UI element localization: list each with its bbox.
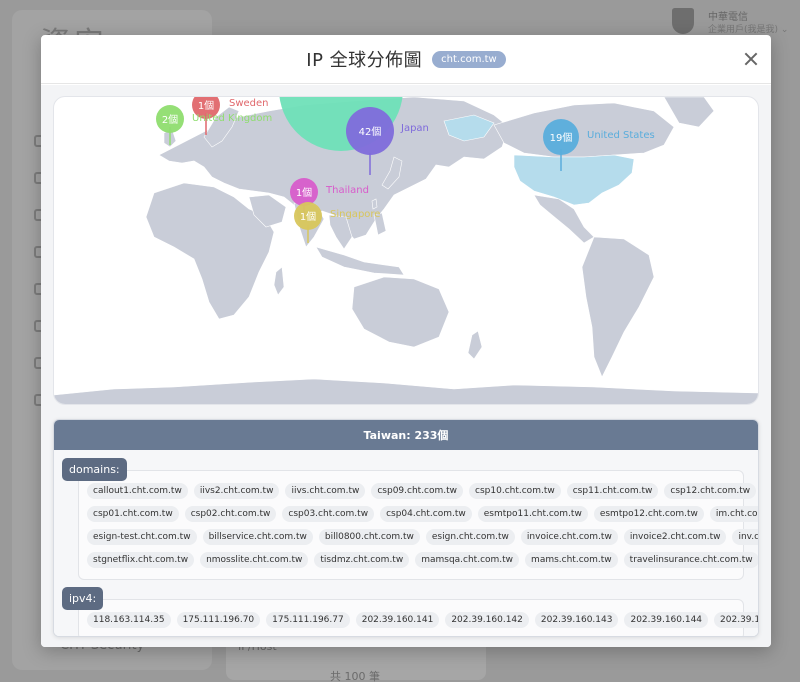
domains-row: csp01.cht.com.tw csp02.cht.com.tw csp03.ch… [87,506,758,522]
country-label-thailand: Thailand [325,185,369,196]
ipv4-tag[interactable]: 118.163.114.35 [87,612,171,628]
domains-tag[interactable]: callout1.cht.com.tw [87,483,188,499]
detail-header: Taiwan: 233個 [54,420,758,450]
domains-tag-box: callout1.cht.com.tw iivs2.cht.com.tw iivs.… [78,470,758,580]
domains-row: esign-test.cht.com.tw billservice.cht.com… [87,529,758,545]
ipv4-tag[interactable]: 202.39.160.141 [355,612,440,628]
modal-body: 1個 Sweden 2個 United Kingdom 42個 Japan 19… [41,85,771,647]
brand-shield-icon [672,8,694,34]
close-button[interactable] [741,49,761,69]
domains-tag[interactable]: mams.cht.com.tw [525,552,618,568]
domains-tag[interactable]: nmosslite.cht.com.tw [200,552,309,568]
domains-tag[interactable]: tisdmz.cht.com.tw [314,552,410,568]
ipv4-tag[interactable]: 202.39.160.142 [445,612,529,628]
modal-title: IP 全球分佈圖 [306,50,423,71]
modal-header: IP 全球分佈圖 cht.com.tw [41,35,771,84]
bubble-layer: 1個 Sweden 2個 United Kingdom 42個 Japan 19… [156,97,655,243]
ipv4-tag[interactable]: 202.39.160.144 [624,612,709,628]
ipv4-tag[interactable]: 175.111.196.70 [176,612,261,628]
ipv4-tag-box: 118.163.114.35 175.111.196.70 175.111.196.… [78,599,758,636]
domains-tag[interactable]: esign.cht.com.tw [425,529,515,545]
ipv4-tag[interactable]: 202.39.160.143 [534,612,619,628]
domains-tag[interactable]: csp02.cht.com.tw [184,506,277,522]
domains-label: domains: [62,458,127,481]
domains-tag[interactable]: csp09.cht.com.tw [371,483,464,499]
domains-tag[interactable]: csp12.cht.com.tw [664,483,757,499]
domains-tag[interactable]: stgnetflix.cht.com.tw [87,552,195,568]
brand-name: 中華電信 [708,12,748,23]
domains-tag[interactable]: travelinsurance.cht.com.tw [623,552,758,568]
domains-tag[interactable]: inv.cht.com.tw [732,529,758,545]
bubble-label-japan: 42個 [359,125,382,138]
bubble-label-sweden: 1個 [198,99,214,112]
domains-tag[interactable]: csp11.cht.com.tw [566,483,659,499]
bubble-label-singapore: 1個 [300,210,316,223]
domains-tag[interactable]: esmtpo11.cht.com.tw [477,506,588,522]
domains-tag[interactable]: billservice.cht.com.tw [202,529,313,545]
domains-tag[interactable]: invoice2.cht.com.tw [623,529,727,545]
country-label-united-states: United States [587,130,655,141]
domains-tag[interactable]: csp03.cht.com.tw [282,506,375,522]
detail-content[interactable]: domains: callout1.cht.com.tw iivs2.cht.co… [54,450,758,636]
world-map-card: 1個 Sweden 2個 United Kingdom 42個 Japan 19… [53,96,759,405]
country-label-japan: Japan [400,123,429,134]
domains-tag[interactable]: esign-test.cht.com.tw [87,529,197,545]
country-label-sweden: Sweden [229,98,269,109]
ip-distribution-modal: IP 全球分佈圖 cht.com.tw 1個 Sweden 2個 United … [41,35,771,647]
domains-tag[interactable]: csp10.cht.com.tw [469,483,561,499]
ipv4-label: ipv4: [62,587,104,610]
domains-tag[interactable]: invoice.cht.com.tw [520,529,618,545]
background-brand: 中華電信 企業用戶(我是我) ⌄ [672,6,792,35]
domains-row: stgnetflix.cht.com.tw nmosslite.cht.com.t… [87,552,758,568]
domains-tag[interactable]: iivs2.cht.com.tw [193,483,280,499]
bubble-label-united-states: 19個 [550,131,573,144]
ipv4-tag[interactable]: 175.111.196.77 [266,612,350,628]
bubble-label-united-kingdom: 2個 [162,113,178,126]
domains-tag[interactable]: csp04.cht.com.tw [380,506,472,522]
domains-tag[interactable]: bill0800.cht.com.tw [318,529,420,545]
background-bottom-text: 共 100 筆 [330,670,380,682]
domains-tag[interactable]: csp01.cht.com.tw [87,506,179,522]
ipv4-row: 118.163.114.35 175.111.196.70 175.111.196.… [87,612,758,628]
ipv4-tag[interactable]: 202.39.160.146 [714,612,758,628]
country-label-united-kingdom: United Kingdom [192,113,272,124]
domains-row: callout1.cht.com.tw iivs2.cht.com.tw iivs.… [87,483,757,499]
domains-tag[interactable]: im.cht.com.tw [709,506,758,522]
bubble-label-thailand: 1個 [296,186,312,199]
domains-tag[interactable]: mamsqa.cht.com.tw [415,552,520,568]
country-label-singapore: Singapore [330,209,380,220]
domains-tag[interactable]: iivs.cht.com.tw [285,483,366,499]
domains-tag[interactable]: esmtpo12.cht.com.tw [593,506,704,522]
country-detail-panel: Taiwan: 233個 domains: callout1.cht.com.t… [53,419,759,637]
domain-badge: cht.com.tw [432,50,506,68]
brand-user: 企業用戶(我是我) ⌄ [708,25,789,35]
